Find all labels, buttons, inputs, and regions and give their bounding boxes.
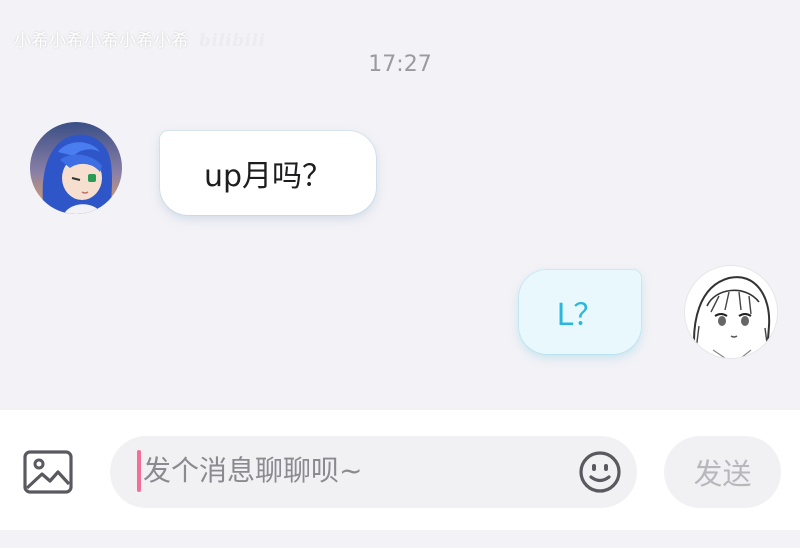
- watermark-text: 小希小希小希小希小希: [14, 31, 189, 51]
- watermark: 小希小希小希小希小希 bilibili: [14, 26, 266, 51]
- sent-message-bubble[interactable]: L？: [519, 270, 641, 354]
- received-message-bubble[interactable]: up月吗？: [160, 131, 376, 215]
- watermark-brand: bilibili: [199, 31, 266, 51]
- anime-girl-blue-hair-avatar-icon: [30, 122, 122, 214]
- user-avatar[interactable]: [685, 266, 777, 358]
- image-picker-button[interactable]: [22, 448, 74, 496]
- received-message-text: up月吗？: [203, 159, 333, 194]
- send-button[interactable]: 发送: [664, 436, 781, 508]
- image-icon: [23, 450, 73, 494]
- message-timestamp: 17:27: [368, 52, 432, 77]
- emoji-button[interactable]: [578, 450, 622, 494]
- sender-avatar[interactable]: [30, 122, 122, 214]
- text-caret: [137, 450, 141, 492]
- sent-message-text: L？: [556, 298, 604, 333]
- anime-girl-sketch-avatar-icon: [685, 266, 777, 358]
- message-input-placeholder: 发个消息聊聊呗~: [143, 454, 363, 487]
- bottom-area: [0, 530, 800, 548]
- emoji-icon: [579, 451, 621, 493]
